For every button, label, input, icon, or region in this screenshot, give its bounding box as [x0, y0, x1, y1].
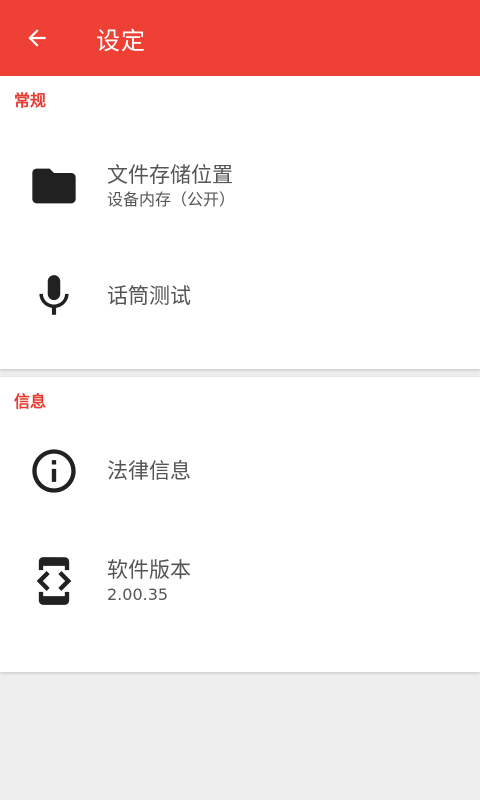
folder-icon — [0, 160, 107, 212]
developer-mode-icon — [0, 555, 107, 607]
app-bar: 设定 — [0, 0, 480, 76]
info-icon — [0, 445, 107, 497]
section-header-general: 常规 — [14, 91, 47, 110]
microphone-icon — [0, 271, 107, 321]
legal-info-item[interactable]: 法律信息 — [0, 416, 480, 526]
storage-location-value: 设备内存（公开） — [107, 190, 236, 209]
arrow-left-icon — [28, 29, 46, 47]
page-title: 设定 — [96, 26, 146, 55]
software-version-title: 软件版本 — [107, 558, 191, 582]
microphone-test-item[interactable]: 话筒测试 — [0, 241, 480, 351]
software-version-value: 2.00.35 — [107, 585, 169, 604]
section-info: 信息 法律信息 软件版本 2.00.35 — [0, 377, 480, 672]
microphone-test-title: 话筒测试 — [107, 284, 191, 308]
software-version-item[interactable]: 软件版本 2.00.35 — [0, 526, 480, 636]
storage-location-title: 文件存储位置 — [107, 163, 233, 187]
section-general: 常规 文件存储位置 设备内存（公开） 话筒测试 — [0, 76, 480, 369]
storage-location-item[interactable]: 文件存储位置 设备内存（公开） — [0, 131, 480, 241]
legal-info-title: 法律信息 — [107, 459, 191, 483]
back-button[interactable] — [0, 0, 74, 76]
